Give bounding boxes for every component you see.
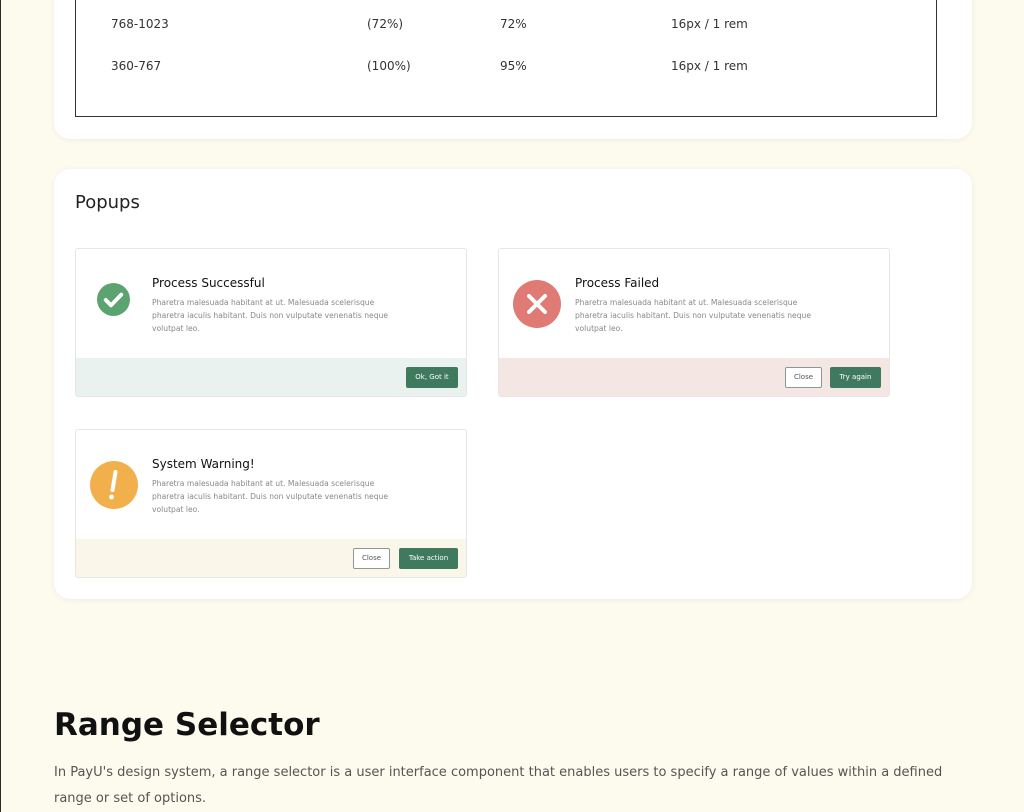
popup-title: Process Failed	[575, 276, 660, 290]
breakpoints-table: 768-1023 (72%) 72% 16px / 1 rem 360-767 …	[75, 0, 937, 117]
section-heading: Range Selector	[54, 707, 320, 743]
popup-failed: Process Failed Pharetra malesuada habita…	[498, 248, 890, 397]
popup-body: Pharetra malesuada habitant at ut. Males…	[152, 479, 388, 514]
cell-content: 95%	[500, 59, 527, 73]
section-description: In PayU's design system, a range selecto…	[54, 765, 943, 806]
table-row: 768-1023 (72%) 72% 16px / 1 rem	[76, 17, 936, 37]
popup-warning: System Warning! Pharetra malesuada habit…	[75, 429, 467, 578]
cell-range: 360-767	[111, 59, 162, 73]
cell-width: (100%)	[367, 59, 411, 73]
popup-success: Process Successful Pharetra malesuada ha…	[75, 248, 467, 397]
close-button[interactable]: Close	[353, 548, 390, 569]
breakpoints-card: 768-1023 (72%) 72% 16px / 1 rem 360-767 …	[54, 0, 972, 139]
popup-title: System Warning!	[152, 457, 255, 471]
exclamation-circle-icon	[90, 461, 138, 509]
popup-title: Process Successful	[152, 276, 265, 290]
take-action-button[interactable]: Take action	[399, 548, 458, 569]
cell-content: 72%	[500, 17, 527, 31]
try-again-button[interactable]: Try again	[830, 367, 881, 388]
cell-font: 16px / 1 rem	[671, 17, 748, 31]
window-edge	[0, 0, 1, 812]
popup-footer: Close Take action	[76, 539, 466, 577]
popup-footer: Close Try again	[499, 358, 889, 396]
popup-body: Pharetra malesuada habitant at ut. Males…	[575, 298, 811, 333]
popup-body: Pharetra malesuada habitant at ut. Males…	[152, 298, 388, 333]
cell-width: (72%)	[367, 17, 404, 31]
cell-font: 16px / 1 rem	[671, 59, 748, 73]
table-row: 360-767 (100%) 95% 16px / 1 rem	[76, 59, 936, 79]
check-circle-icon	[97, 283, 130, 316]
x-circle-icon	[513, 280, 561, 328]
cell-range: 768-1023	[111, 17, 169, 31]
popups-card: Popups Process Successful Pharetra males…	[54, 169, 972, 599]
ok-got-it-button[interactable]: Ok, Got it	[406, 367, 458, 388]
section-title: Popups	[75, 192, 140, 213]
popup-footer: Ok, Got it	[76, 358, 466, 396]
close-button[interactable]: Close	[785, 367, 822, 388]
